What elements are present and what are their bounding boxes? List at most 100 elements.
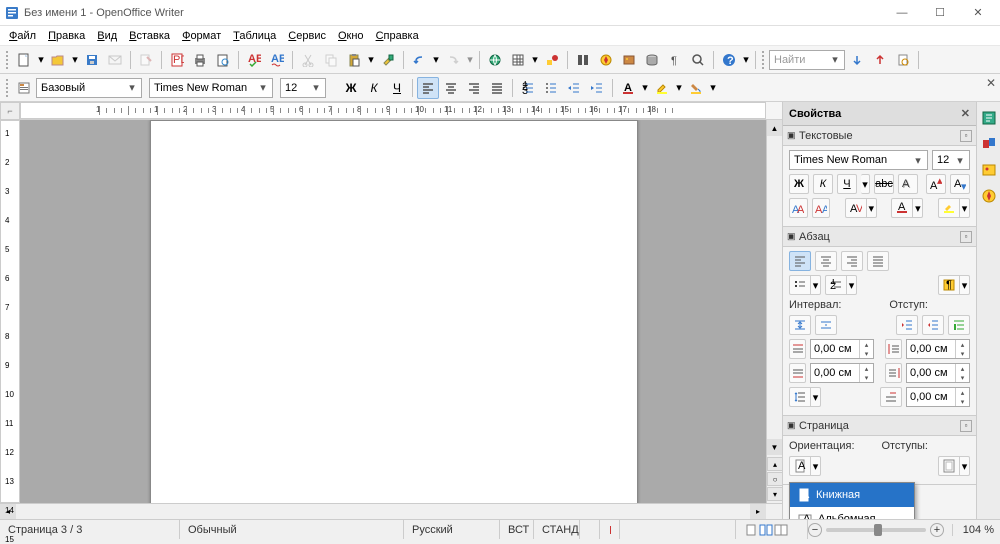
minimize-button[interactable]: — — [892, 3, 912, 23]
bullet-dropdown[interactable]: ▾ — [811, 275, 821, 295]
close-button[interactable]: ✕ — [968, 3, 988, 23]
paste-dropdown[interactable]: ▾ — [366, 49, 376, 71]
scroll-track[interactable] — [767, 136, 782, 439]
bullet-button[interactable] — [789, 275, 811, 295]
nav-select-button[interactable]: ○ — [767, 472, 783, 486]
decrease-indent-button[interactable] — [563, 77, 585, 99]
spacing-dropdown[interactable]: ▾ — [867, 198, 877, 218]
menu-правка[interactable]: Правка — [43, 29, 90, 43]
navigator-button[interactable] — [595, 49, 617, 71]
sidebar-tab-navigator[interactable] — [979, 186, 999, 206]
sidebar-tab-styles[interactable] — [979, 134, 999, 154]
font-color-dropdown[interactable]: ▾ — [640, 77, 650, 99]
para-align-right-button[interactable] — [841, 251, 863, 271]
indent-left-input[interactable]: ▴▾ — [906, 339, 970, 359]
document-canvas[interactable] — [20, 120, 766, 503]
find-next-button[interactable] — [846, 49, 868, 71]
sidebar-tab-gallery[interactable] — [979, 160, 999, 180]
line-spacing-button[interactable] — [789, 387, 811, 407]
space-above-input[interactable]: ▴▾ — [810, 339, 874, 359]
view-layout[interactable] — [736, 520, 808, 539]
menu-справка[interactable]: Справка — [371, 29, 424, 43]
inc-indent-button[interactable] — [896, 315, 918, 335]
para-bg-button[interactable]: ¶ — [938, 275, 960, 295]
preview-button[interactable] — [212, 49, 234, 71]
scroll-up-button[interactable]: ▲ — [767, 120, 782, 136]
find-replace-button[interactable] — [572, 49, 594, 71]
toolbar-grip[interactable] — [6, 79, 10, 97]
table-button[interactable] — [507, 49, 529, 71]
save-button[interactable] — [81, 49, 103, 71]
highlight-dropdown2[interactable]: ▾ — [960, 198, 970, 218]
close-doc-button[interactable]: ✕ — [986, 76, 996, 90]
zoom-value[interactable]: 104 % — [952, 524, 994, 536]
number-dropdown[interactable]: ▾ — [847, 275, 857, 295]
inc-spacing-button[interactable] — [789, 315, 811, 335]
data-source-button[interactable] — [641, 49, 663, 71]
bg-color-dropdown[interactable]: ▾ — [708, 77, 718, 99]
para-bg-dropdown[interactable]: ▾ — [960, 275, 970, 295]
orientation-button[interactable]: A — [789, 456, 811, 476]
underline-button[interactable]: Ч — [386, 77, 408, 99]
vertical-ruler[interactable]: 123456789101112131415 — [0, 120, 20, 503]
autospell-button[interactable]: ABC — [266, 49, 288, 71]
sidebar-strike-button[interactable]: abc — [874, 174, 894, 194]
zoom-slider[interactable] — [826, 528, 926, 532]
scroll-right-button[interactable]: ▸ — [750, 504, 766, 519]
page[interactable] — [150, 120, 638, 503]
sidebar-italic-button[interactable]: К — [813, 174, 833, 194]
bg-color-button[interactable] — [685, 77, 707, 99]
bullet-list-button[interactable] — [540, 77, 562, 99]
number-button[interactable]: 12 — [825, 275, 847, 295]
status-page[interactable]: Страница 3 / 3 — [0, 520, 180, 539]
more-icon[interactable]: ▫ — [960, 231, 972, 243]
redo-dropdown[interactable]: ▾ — [465, 49, 475, 71]
status-insert[interactable]: ВСТ — [500, 520, 534, 539]
grow-font-button[interactable]: AA — [789, 198, 808, 218]
menu-окно[interactable]: Окно — [333, 29, 369, 43]
new-dropdown[interactable]: ▾ — [36, 49, 46, 71]
align-justify-button[interactable] — [486, 77, 508, 99]
status-signature[interactable] — [600, 520, 620, 539]
bold-button[interactable]: Ж — [340, 77, 362, 99]
more-icon[interactable]: ▫ — [960, 420, 972, 432]
spellcheck-button[interactable]: ABC — [243, 49, 265, 71]
copy-button[interactable] — [320, 49, 342, 71]
sidebar-underline-button[interactable]: Ч — [837, 174, 857, 194]
status-selection[interactable]: СТАНД — [534, 520, 580, 539]
status-style[interactable]: Обычный — [180, 520, 404, 539]
sidebar-bold-button[interactable]: Ж — [789, 174, 809, 194]
more-icon[interactable]: ▫ — [960, 130, 972, 142]
styles-button[interactable] — [13, 77, 35, 99]
paste-button[interactable] — [343, 49, 365, 71]
help-dropdown[interactable]: ▾ — [741, 49, 751, 71]
highlight-dropdown[interactable]: ▾ — [674, 77, 684, 99]
dec-spacing-button[interactable] — [815, 315, 837, 335]
open-button[interactable] — [47, 49, 69, 71]
orientation-portrait[interactable]: A Книжная — [790, 483, 914, 507]
email-button[interactable] — [104, 49, 126, 71]
align-left-button[interactable] — [417, 77, 439, 99]
toolbar-grip[interactable] — [6, 51, 10, 69]
text-section-title[interactable]: ▣Текстовые▫ — [783, 126, 976, 146]
zoom-out-button[interactable]: − — [808, 523, 822, 537]
size-combo[interactable]: 12▾ — [280, 78, 326, 98]
dec-indent-button[interactable] — [922, 315, 944, 335]
spacing-button[interactable]: AV — [845, 198, 867, 218]
highlight-button[interactable] — [651, 77, 673, 99]
help-button[interactable]: ? — [718, 49, 740, 71]
menu-таблица[interactable]: Таблица — [228, 29, 281, 43]
menu-вставка[interactable]: Вставка — [124, 29, 175, 43]
font-color-dropdown2[interactable]: ▾ — [913, 198, 923, 218]
font-color-button2[interactable]: A — [891, 198, 913, 218]
margins-dropdown[interactable]: ▾ — [960, 456, 970, 476]
cut-button[interactable] — [297, 49, 319, 71]
zoom-in-button[interactable]: + — [930, 523, 944, 537]
scroll-down-button[interactable]: ▼ — [767, 439, 782, 455]
print-button[interactable] — [189, 49, 211, 71]
sidebar-shadow-button[interactable]: AA — [898, 174, 918, 194]
find-toolbar-grip[interactable] — [762, 51, 766, 69]
export-pdf-button[interactable]: PDF — [166, 49, 188, 71]
menu-вид[interactable]: Вид — [92, 29, 122, 43]
table-dropdown[interactable]: ▾ — [530, 49, 540, 71]
